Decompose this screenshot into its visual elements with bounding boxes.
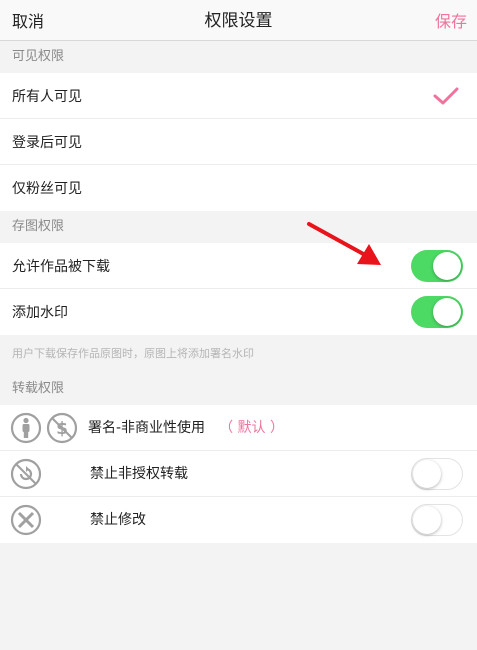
visibility-section-header: 可见权限 — [12, 49, 65, 64]
watermark-toggle[interactable] — [411, 296, 463, 328]
save-image-section-header: 存图权限 — [12, 219, 65, 234]
red-arrow-annotation-icon — [307, 222, 381, 265]
license-label: 署名-非商业性使用 （ 默认 ） — [88, 405, 284, 451]
license-name: 署名-非商业性使用 — [88, 420, 206, 436]
no-modify-label: 禁止修改 — [90, 512, 146, 528]
visibility-option-label: 仅粉丝可见 — [12, 181, 82, 197]
visibility-option-fans-only[interactable]: 仅粉丝可见 — [0, 165, 477, 211]
save-button[interactable]: 保存 — [435, 8, 467, 32]
checkmark-icon — [433, 87, 459, 105]
visibility-option-label: 所有人可见 — [12, 89, 82, 105]
no-unauthorized-repost-row: 禁止非授权转载 — [0, 451, 477, 497]
page-title: 权限设置 — [204, 11, 273, 31]
repost-section-header: 转载权限 — [12, 381, 65, 396]
allow-download-toggle[interactable] — [411, 250, 463, 282]
toggle-knob — [413, 460, 441, 488]
cc-no-repost-icon — [10, 458, 42, 490]
cc-no-derivatives-icon — [10, 504, 42, 536]
toggle-knob — [433, 298, 461, 326]
license-icons: $ — [10, 412, 78, 444]
no-unauthorized-repost-label: 禁止非授权转载 — [90, 466, 188, 482]
watermark-row: 添加水印 — [0, 289, 477, 335]
no-modify-toggle[interactable] — [411, 504, 463, 536]
no-modify-row: 禁止修改 — [0, 497, 477, 543]
toggle-knob — [413, 506, 441, 534]
watermark-label: 添加水印 — [12, 305, 68, 321]
visibility-option-everyone[interactable]: 所有人可见 — [0, 73, 477, 119]
visibility-option-label: 登录后可见 — [12, 135, 82, 151]
license-default-tag: （ 默认 ） — [219, 420, 284, 436]
allow-download-label: 允许作品被下载 — [12, 259, 110, 275]
no-unauthorized-repost-toggle[interactable] — [411, 458, 463, 490]
toggle-knob — [433, 252, 461, 280]
cc-by-icon — [10, 412, 42, 444]
license-row[interactable]: $ 署名-非商业性使用 （ 默认 ） — [0, 405, 477, 451]
watermark-hint: 用户下载保存作品原图时，原图上将添加署名水印 — [12, 347, 254, 360]
allow-download-row: 允许作品被下载 — [0, 243, 477, 289]
cc-nc-icon: $ — [46, 412, 78, 444]
nav-bar: 取消 权限设置 保存 — [0, 0, 477, 41]
visibility-option-logged-in[interactable]: 登录后可见 — [0, 119, 477, 165]
